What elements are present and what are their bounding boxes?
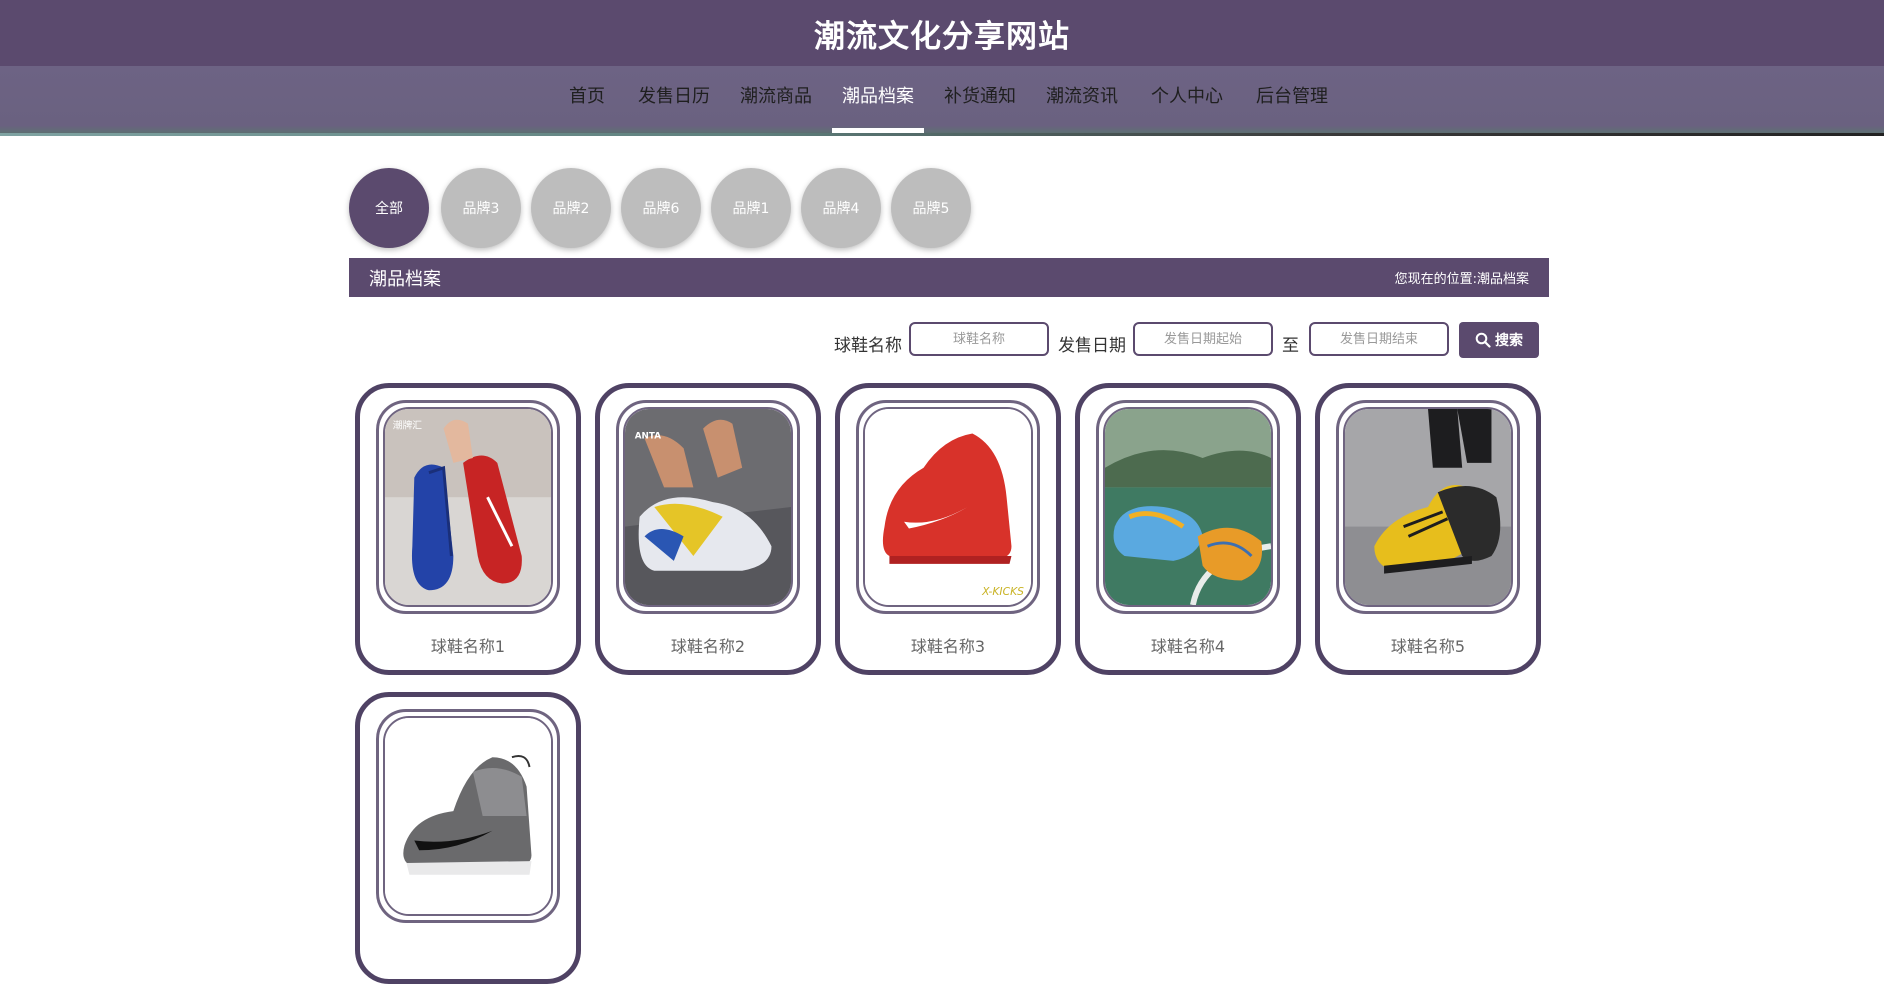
brand-filter-5[interactable]: 品牌5	[891, 168, 971, 248]
product-name[interactable]: 球鞋名称3	[840, 633, 1056, 657]
release-date-label: 发售日期	[1058, 336, 1126, 356]
product-card[interactable]: 球鞋名称4	[1075, 383, 1301, 675]
product-image-frame: ANTA	[616, 400, 800, 614]
nav-item-restock-notice[interactable]: 补货通知	[943, 66, 1017, 136]
product-name[interactable]: 球鞋名称4	[1080, 633, 1296, 657]
site-title: 潮流文化分享网站	[814, 18, 1070, 55]
brand-filter-4[interactable]: 品牌4	[801, 168, 881, 248]
product-image[interactable]: X-KICKS	[865, 409, 1031, 605]
shoe-name-label: 球鞋名称	[834, 336, 902, 356]
brand-filter-1[interactable]: 品牌1	[711, 168, 791, 248]
product-image[interactable]	[385, 718, 551, 914]
breadcrumb-current[interactable]: 潮品档案	[1477, 268, 1529, 287]
product-image-frame: 潮牌汇	[376, 400, 560, 614]
release-date-start-input[interactable]	[1133, 322, 1273, 356]
product-image-frame: X-KICKS	[856, 400, 1040, 614]
brand-filter-2[interactable]: 品牌2	[531, 168, 611, 248]
nav-item-trend-products[interactable]: 潮流商品	[739, 66, 813, 136]
nav-item-trend-news[interactable]: 潮流资讯	[1045, 66, 1119, 136]
product-image[interactable]	[1105, 409, 1271, 605]
brand-filter-all[interactable]: 全部	[349, 168, 429, 248]
brand-filter-6[interactable]: 品牌6	[621, 168, 701, 248]
date-range-to-label: 至	[1282, 336, 1299, 356]
image-watermark: X-KICKS	[981, 585, 1024, 598]
product-image-frame	[376, 709, 560, 923]
product-card[interactable]: ANTA 球鞋名称2	[595, 383, 821, 675]
product-card[interactable]	[355, 692, 581, 984]
search-button-label: 搜索	[1495, 333, 1523, 349]
breadcrumb-prefix: 您现在的位置:	[1394, 272, 1477, 287]
product-card[interactable]: 球鞋名称5	[1315, 383, 1541, 675]
main-nav: 首页 发售日历 潮流商品 潮品档案 补货通知 潮流资讯 个人中心 后台管理	[0, 66, 1884, 136]
product-name[interactable]: 球鞋名称5	[1320, 633, 1536, 657]
nav-item-trend-archive[interactable]: 潮品档案	[832, 66, 924, 136]
product-name[interactable]: 球鞋名称2	[600, 633, 816, 657]
nav-item-home[interactable]: 首页	[568, 66, 606, 136]
nav-item-release-calendar[interactable]: 发售日历	[637, 66, 711, 136]
brand-filter-3[interactable]: 品牌3	[441, 168, 521, 248]
product-image[interactable]: 潮牌汇	[385, 409, 551, 605]
search-button[interactable]: 搜索	[1459, 322, 1539, 358]
image-watermark: ANTA	[635, 431, 661, 441]
product-card[interactable]: X-KICKS 球鞋名称3	[835, 383, 1061, 675]
product-image-frame	[1336, 400, 1520, 614]
shoe-name-input[interactable]	[909, 322, 1049, 356]
product-image[interactable]	[1345, 409, 1511, 605]
image-watermark: 潮牌汇	[393, 419, 422, 432]
release-date-end-input[interactable]	[1309, 322, 1449, 356]
site-header: 潮流文化分享网站	[0, 0, 1884, 66]
nav-item-admin[interactable]: 后台管理	[1255, 66, 1329, 136]
section-title: 潮品档案	[369, 268, 441, 290]
product-image[interactable]: ANTA	[625, 409, 791, 605]
product-image-frame	[1096, 400, 1280, 614]
breadcrumb: 您现在的位置: 潮品档案	[1395, 268, 1529, 287]
product-card[interactable]: 潮牌汇 球鞋名称1	[355, 383, 581, 675]
search-icon	[1475, 332, 1491, 348]
section-header: 潮品档案 您现在的位置: 潮品档案	[349, 258, 1549, 297]
nav-item-personal-center[interactable]: 个人中心	[1150, 66, 1224, 136]
product-name[interactable]: 球鞋名称1	[360, 633, 576, 657]
